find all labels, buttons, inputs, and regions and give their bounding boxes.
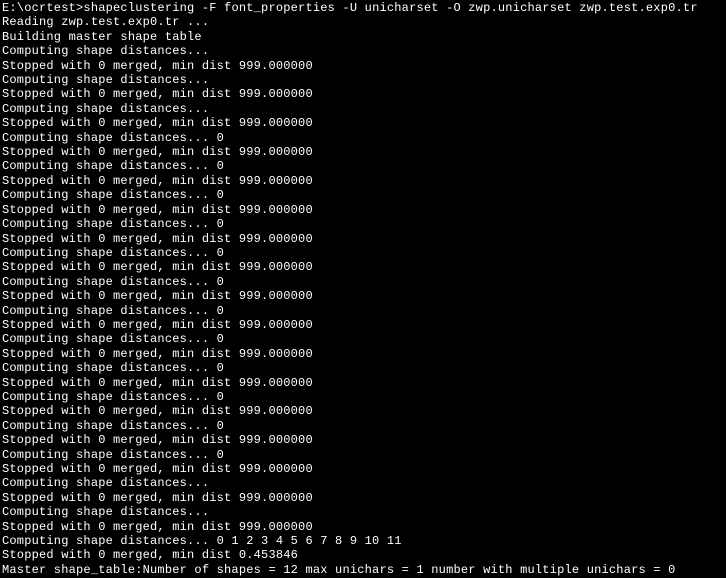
output-line: Computing shape distances... 0 1 2 3 4 5…	[2, 534, 724, 548]
output-line: Stopped with 0 merged, min dist 999.0000…	[2, 462, 724, 476]
output-line: Stopped with 0 merged, min dist 999.0000…	[2, 87, 724, 101]
output-line: Stopped with 0 merged, min dist 999.0000…	[2, 289, 724, 303]
output-line: Reading zwp.test.exp0.tr ...	[2, 15, 724, 29]
output-line: Computing shape distances...	[2, 102, 724, 116]
output-line: Building master shape table	[2, 30, 724, 44]
prompt: E:\ocrtest>	[2, 1, 83, 15]
output-line: Computing shape distances... 0	[2, 332, 724, 346]
output-line: Computing shape distances... 0	[2, 448, 724, 462]
output-line: Stopped with 0 merged, min dist 999.0000…	[2, 347, 724, 361]
output-line: Stopped with 0 merged, min dist 0.453846	[2, 548, 724, 562]
output-line: Computing shape distances... 0	[2, 246, 724, 260]
output-line: Computing shape distances...	[2, 476, 724, 490]
output-line: Stopped with 0 merged, min dist 999.0000…	[2, 404, 724, 418]
output-line: Stopped with 0 merged, min dist 999.0000…	[2, 491, 724, 505]
output-line: Stopped with 0 merged, min dist 999.0000…	[2, 433, 724, 447]
output-line: Computing shape distances...	[2, 73, 724, 87]
output-line: Stopped with 0 merged, min dist 999.0000…	[2, 376, 724, 390]
output-line: Computing shape distances... 0	[2, 159, 724, 173]
command-line: E:\ocrtest>shapeclustering -F font_prope…	[2, 1, 724, 15]
output-line: Stopped with 0 merged, min dist 999.0000…	[2, 318, 724, 332]
output-line: Master shape_table:Number of shapes = 12…	[2, 563, 724, 577]
output-line: Computing shape distances... 0	[2, 304, 724, 318]
output-line: Stopped with 0 merged, min dist 999.0000…	[2, 520, 724, 534]
output-line: Stopped with 0 merged, min dist 999.0000…	[2, 116, 724, 130]
output-line: Stopped with 0 merged, min dist 999.0000…	[2, 232, 724, 246]
output-line: Computing shape distances... 0	[2, 419, 724, 433]
output-line: Computing shape distances... 0	[2, 188, 724, 202]
output-line: Computing shape distances... 0	[2, 217, 724, 231]
output-line: Stopped with 0 merged, min dist 999.0000…	[2, 59, 724, 73]
output-line: Computing shape distances... 0	[2, 131, 724, 145]
output-line: Stopped with 0 merged, min dist 999.0000…	[2, 145, 724, 159]
output-line: Stopped with 0 merged, min dist 999.0000…	[2, 203, 724, 217]
output-line: Computing shape distances...	[2, 44, 724, 58]
output-line: Stopped with 0 merged, min dist 999.0000…	[2, 174, 724, 188]
output-line: Computing shape distances... 0	[2, 275, 724, 289]
output-line: Stopped with 0 merged, min dist 999.0000…	[2, 260, 724, 274]
output-line: Computing shape distances... 0	[2, 361, 724, 375]
output-line: Computing shape distances...	[2, 505, 724, 519]
command-text: shapeclustering -F font_properties -U un…	[83, 1, 697, 15]
terminal-output[interactable]: E:\ocrtest>shapeclustering -F font_prope…	[0, 0, 726, 578]
output-line: Computing shape distances... 0	[2, 390, 724, 404]
